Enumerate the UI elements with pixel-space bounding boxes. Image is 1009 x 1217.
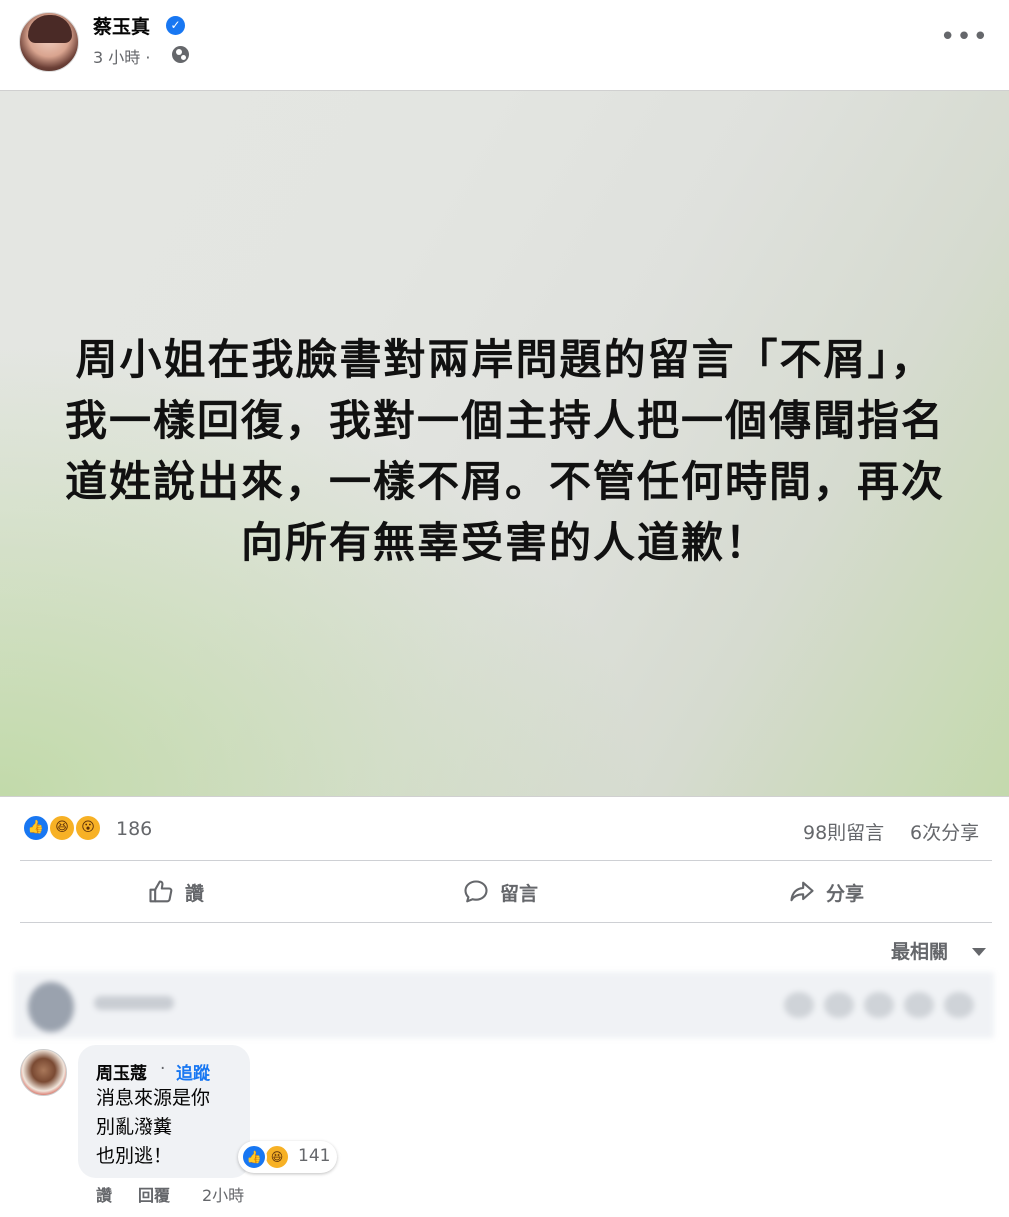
post-image-text: 周小姐在我臉書對兩岸問題的留言「不屑」， 我一樣回復，我對一個主持人把一個傳聞指…	[40, 329, 970, 573]
reaction-summary[interactable]: 👍 😆 😮	[22, 814, 108, 842]
share-icon	[790, 881, 814, 902]
image-text-line: 向所有無辜受害的人道歉！	[240, 518, 769, 567]
post-image[interactable]: 周小姐在我臉書對兩岸問題的留言「不屑」， 我一樣回復，我對一個主持人把一個傳聞指…	[0, 90, 1009, 797]
like-label: 讚	[185, 882, 205, 905]
divider	[20, 860, 992, 861]
post-timestamp[interactable]: 3 小時 ·	[93, 44, 150, 68]
comment-reaction-summary[interactable]: 👍 😆 141	[238, 1141, 337, 1173]
comment-reaction-count: 141	[298, 1146, 331, 1166]
share-label: 分享	[826, 882, 865, 905]
post-header: 蔡玉真 ✓ 3 小時 · •••	[0, 0, 1009, 90]
more-options-button[interactable]: •••	[940, 22, 988, 58]
comment-text-line: 也別逃！	[96, 1145, 173, 1167]
image-text-line: 周小姐在我臉書對兩岸問題的留言「不屑」，	[75, 335, 935, 384]
like-button[interactable]: 讚	[147, 866, 204, 918]
comment-timestamp[interactable]: 2小時	[202, 1182, 244, 1206]
follow-link[interactable]: 追蹤	[176, 1059, 210, 1084]
haha-reaction-icon: 😆	[264, 1144, 290, 1170]
comment-icon	[464, 880, 488, 903]
haha-reaction-icon: 😆	[48, 814, 76, 842]
globe-icon	[172, 46, 189, 63]
comment-text-line: 別亂潑糞	[96, 1116, 173, 1138]
commenter-name[interactable]: 周玉蔻	[96, 1059, 147, 1084]
commenter-avatar[interactable]	[20, 1049, 67, 1096]
caret-down-icon[interactable]	[972, 948, 986, 956]
like-icon	[149, 880, 173, 903]
comment-text-line: 消息來源是你	[96, 1087, 211, 1109]
share-button[interactable]: 分享	[788, 866, 864, 918]
image-text-line: 道姓說出來，一樣不屑。不管任何時間，再次	[64, 457, 945, 506]
like-reaction-icon: 👍	[22, 814, 50, 842]
comment-sort-dropdown[interactable]: 最相關	[891, 937, 948, 964]
comment-count[interactable]: 98則留言	[803, 818, 884, 845]
comment-reply-link[interactable]: 回覆	[138, 1182, 170, 1206]
share-count[interactable]: 6次分享	[910, 818, 979, 845]
divider	[20, 922, 992, 923]
like-reaction-icon: 👍	[241, 1144, 267, 1170]
follow-separator: ·	[160, 1059, 166, 1079]
author-avatar[interactable]	[19, 12, 79, 72]
reaction-count[interactable]: 186	[116, 818, 152, 840]
verified-icon: ✓	[166, 16, 185, 35]
wow-reaction-icon: 😮	[74, 814, 102, 842]
image-text-line: 我一樣回復，我對一個主持人把一個傳聞指名	[64, 396, 945, 445]
author-name[interactable]: 蔡玉真	[93, 12, 150, 39]
comment-label: 留言	[500, 882, 539, 905]
comment-button[interactable]: 留言	[462, 866, 538, 918]
comment-like-link[interactable]: 讚	[96, 1182, 112, 1206]
blurred-comment	[14, 972, 994, 1038]
